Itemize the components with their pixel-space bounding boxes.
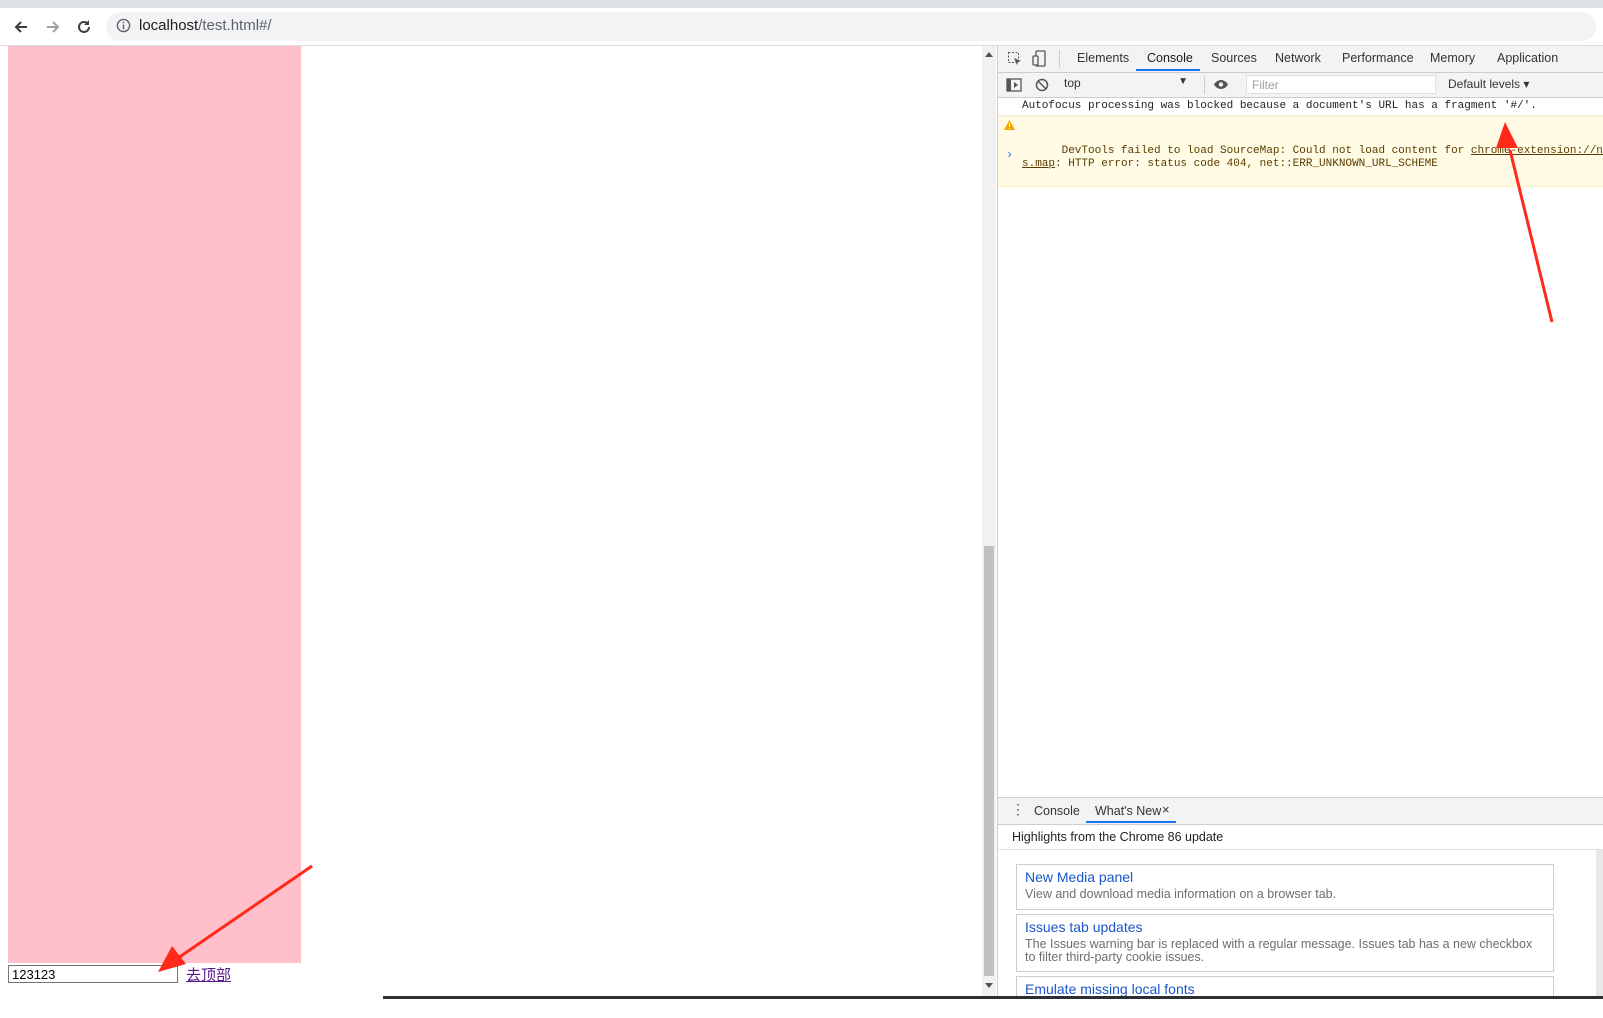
whats-new-heading: Highlights from the Chrome 86 update [1012,830,1224,844]
tab-elements[interactable]: Elements [1077,51,1129,65]
more-vert-icon[interactable]: ⋮ [1011,802,1025,816]
go-top-link[interactable]: 去顶部 [186,964,231,985]
tab-performance[interactable]: Performance [1342,51,1414,65]
browser-toolbar: localhost/test.html#/ [0,8,1603,46]
forward-button[interactable] [40,14,66,40]
tab-strip [0,0,1603,8]
scroll-thumb[interactable] [984,546,994,976]
console-message-warning: DevTools failed to load SourceMap: Could… [998,116,1603,187]
devtools-panel: Elements Console Sources Network Perform… [997,46,1603,1006]
context-value: top [1064,76,1081,90]
url-host: localhost [139,17,199,34]
console-prompt[interactable]: › [1006,148,1013,162]
device-toolbar-icon[interactable] [1032,50,1048,68]
drawer-tabbar: ⋮ Console What's New × [998,797,1603,825]
tab-memory[interactable]: Memory [1430,51,1475,65]
reload-button[interactable] [71,14,97,40]
context-select[interactable]: top ▼ [1064,76,1194,94]
divider [998,849,1603,850]
default-levels-dropdown[interactable]: Default levels ▾ [1448,77,1529,91]
inspect-element-icon[interactable] [1007,51,1023,67]
warning-text-2: : HTTP error: status code 404, net::ERR_… [1055,158,1438,170]
back-button[interactable] [8,14,34,40]
warning-link-2[interactable]: s.map [1022,158,1055,170]
clear-console-icon[interactable] [1035,78,1049,92]
drawer-active-indicator [1086,821,1176,823]
devtools-tabbar: Elements Console Sources Network Perform… [998,46,1603,73]
tab-network[interactable]: Network [1275,51,1321,65]
warning-link-1[interactable]: chrome-extension://ncen [1471,145,1603,157]
drawer-tab-console[interactable]: Console [1034,804,1080,818]
card-description: The Issues warning bar is replaced with … [1025,937,1533,964]
console-toolbar: top ▼ Filter Default levels ▾ [998,73,1603,98]
sidebar-toggle-icon[interactable] [1006,78,1022,92]
warning-text-1: DevTools failed to load SourceMap: Could… [1061,145,1471,157]
warning-icon [1004,120,1015,130]
drawer-scrollbar[interactable] [1596,850,1603,996]
chevron-down-icon: ▼ [1178,76,1188,87]
tab-console[interactable]: Console [1147,51,1193,65]
active-tab-indicator [1136,69,1200,71]
scroll-down-arrow[interactable] [985,983,993,988]
whats-new-card[interactable]: New Media panel View and download media … [1016,864,1554,910]
url-text: localhost/test.html#/ [139,17,272,34]
url-path: /test.html#/ [198,17,272,34]
pink-box [8,46,301,963]
arrow-left-icon [14,21,27,33]
drawer-tab-whats-new[interactable]: What's New [1095,804,1161,818]
toolbar-divider [1204,76,1205,94]
console-messages: Autofocus processing was blocked because… [998,98,1603,187]
scroll-up-arrow[interactable] [985,52,993,57]
filter-input[interactable]: Filter [1246,75,1436,94]
info-icon[interactable] [116,18,131,33]
card-title[interactable]: New Media panel [1025,869,1545,886]
page-viewport: 去顶部 [0,46,982,996]
toolbar-divider [1059,50,1060,68]
page-scrollbar[interactable] [982,46,996,996]
card-description: View and download media information on a… [1025,887,1337,901]
text-input[interactable] [8,965,178,983]
console-message-info: Autofocus processing was blocked because… [998,98,1603,116]
whats-new-card[interactable]: Issues tab updates The Issues warning ba… [1016,914,1554,972]
tab-application[interactable]: Application [1497,51,1558,65]
address-bar[interactable]: localhost/test.html#/ [106,12,1596,41]
eye-icon[interactable] [1213,79,1229,90]
bottom-bar [383,996,1603,999]
reload-icon [78,20,90,33]
tab-sources[interactable]: Sources [1211,51,1257,65]
card-title[interactable]: Issues tab updates [1025,919,1545,936]
arrow-right-icon [47,21,60,33]
bottom-strip [0,996,1603,1018]
close-icon[interactable]: × [1162,802,1170,817]
